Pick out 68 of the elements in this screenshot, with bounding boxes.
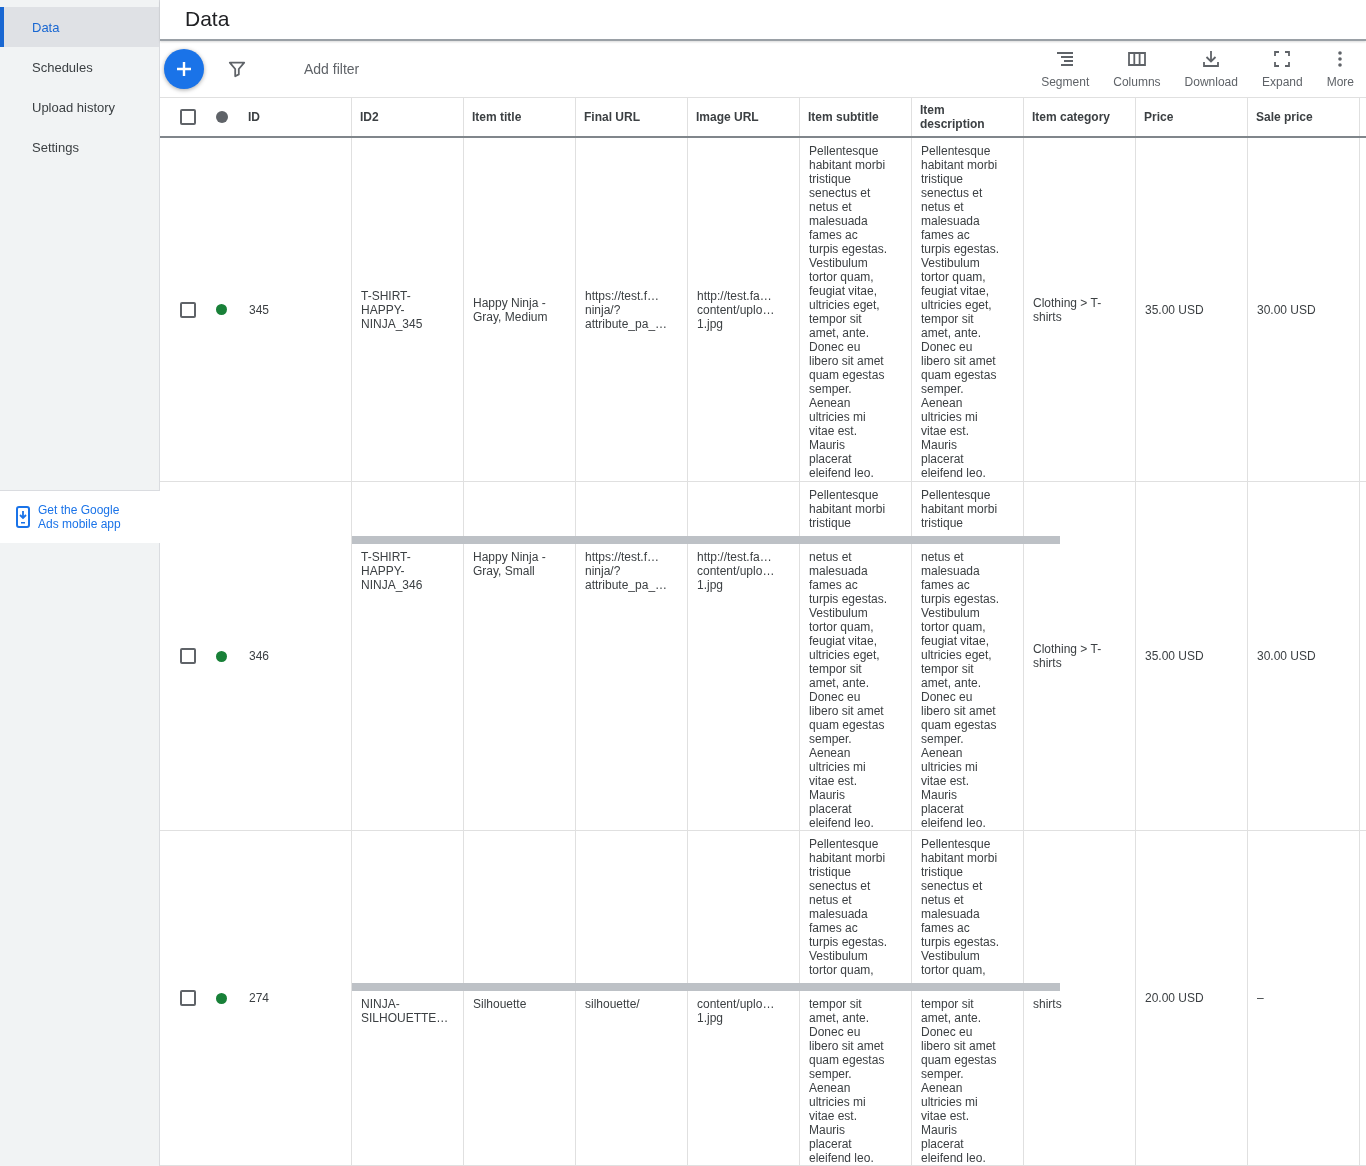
add-button[interactable] bbox=[164, 48, 204, 89]
status-dot-icon bbox=[216, 110, 228, 123]
table-cell: 20.00 USD bbox=[1145, 991, 1204, 1005]
row-checkbox[interactable] bbox=[180, 301, 196, 318]
table-cell: NINJA- SILHOUETTE… bbox=[361, 997, 449, 1025]
download-icon bbox=[1201, 48, 1222, 69]
table-cell: Pellentesque habitant morbi tristique senectus et netus et malesuada fames ac turpis egestas. Vestibulum tortor quam, bbox=[921, 837, 1000, 977]
columns-button[interactable]: Columns bbox=[1101, 40, 1173, 89]
table-cell: Pellentesque habitant morbi tristique senectus et netus et malesuada fames ac turpis egestas. Vestibulum tortor quam, feugiat vitae, ultricies eget, tempor sit amet, ante. Donec eu libero sit amet quam egestas semper. Aenean ultricies mi vitae est. Mauris placerat eleifend leo. bbox=[921, 144, 1000, 480]
table-cell: Pellentesque habitant morbi tristique senectus et netus et malesuada fames ac turpis egestas. Vestibulum tortor quam, feugiat vitae, ultricies eget, tempor sit amet, ante. Donec eu libero sit amet quam egestas semper. Aenean ultricies mi vitae est. Mauris placerat eleifend leo. bbox=[809, 144, 888, 480]
table-cell: T-SHIRT- HAPPY- NINJA_346 bbox=[361, 550, 423, 592]
phone-download-icon bbox=[16, 506, 30, 528]
expand-icon bbox=[1272, 48, 1293, 69]
column-header[interactable]: Image URL bbox=[688, 97, 800, 136]
table-cell: Pellentesque habitant morbi tristique bbox=[809, 488, 886, 530]
table-cell: Pellentesque habitant morbi tristique senectus et netus et malesuada fames ac turpis egestas. Vestibulum tortor quam, bbox=[809, 837, 888, 977]
expand-button[interactable]: Expand bbox=[1249, 40, 1315, 89]
table-cell: tempor sit amet, ante. Donec eu libero sit amet quam egestas semper. Aenean ultricies mi vitae est. Mauris placerat eleifend leo. bbox=[809, 997, 885, 1165]
table-cell: Pellentesque habitant morbi tristique bbox=[921, 488, 998, 530]
table-cell: T-SHIRT- HAPPY- NINJA_345 bbox=[361, 288, 423, 331]
column-header[interactable]: ID2 bbox=[352, 97, 464, 136]
table-cell: netus et malesuada fames ac turpis egestas. Vestibulum tortor quam, feugiat vitae, ultricies eget, tempor sit amet, ante. Donec eu libero sit amet quam egestas semper. Aenean ultricies mi vitae est. Mauris placerat eleifend leo. bbox=[921, 550, 1000, 830]
table-cell: Happy Ninja - Gray, Medium bbox=[473, 295, 548, 324]
column-header[interactable]: Price bbox=[1136, 97, 1248, 136]
table-cell: http://test.fa… content/uplo… 1.jpg bbox=[697, 288, 775, 331]
more-button[interactable]: More bbox=[1314, 40, 1366, 89]
column-header[interactable]: Item title bbox=[464, 97, 576, 136]
row-checkbox[interactable] bbox=[180, 990, 196, 1006]
table-cell: https://test.f… ninja/? attribute_pa_… bbox=[585, 288, 668, 331]
row-checkbox[interactable] bbox=[180, 648, 196, 664]
table-cell: tempor sit amet, ante. Donec eu libero sit amet quam egestas semper. Aenean ultricies mi vitae est. Mauris placerat eleifend leo. bbox=[921, 997, 997, 1165]
nav-item[interactable]: Upload history bbox=[0, 87, 159, 127]
table-cell: https://test.f… ninja/? attribute_pa_… bbox=[585, 550, 668, 592]
table-cell: 345 bbox=[249, 302, 270, 317]
table-cell: Clothing > T- shirts bbox=[1033, 295, 1102, 324]
table-cell: 346 bbox=[249, 649, 270, 663]
table-cell: Silhouette bbox=[473, 997, 527, 1011]
segment-button[interactable]: Segment bbox=[1029, 40, 1102, 89]
column-header[interactable]: Item subtitle bbox=[800, 97, 912, 136]
add-filter-button[interactable]: Add filter bbox=[304, 60, 360, 77]
table-cell: 35.00 USD bbox=[1145, 649, 1204, 663]
select-all-checkbox[interactable] bbox=[180, 108, 196, 125]
table-cell: Clothing > T- shirts bbox=[1033, 642, 1102, 670]
more-icon bbox=[1337, 49, 1344, 68]
download-button[interactable]: Download bbox=[1172, 40, 1250, 89]
table-cell: content/uplo… 1.jpg bbox=[697, 997, 775, 1025]
mobile-app-promo[interactable]: Get the Google Ads mobile app bbox=[0, 490, 160, 543]
table-cell: 35.00 USD bbox=[1145, 302, 1204, 317]
nav-item[interactable]: Data bbox=[0, 7, 159, 47]
table-cell: http://test.fa… content/uplo… 1.jpg bbox=[697, 550, 775, 592]
table-cell: silhouette/ bbox=[585, 997, 640, 1011]
table-cell: shirts bbox=[1033, 997, 1062, 1011]
filter-icon[interactable] bbox=[228, 59, 246, 78]
column-header[interactable]: Final URL bbox=[576, 97, 688, 136]
column-header[interactable]: Item category bbox=[1024, 97, 1136, 136]
table-cell: – bbox=[1257, 991, 1264, 1005]
promo-link[interactable]: Get the Google Ads mobile app bbox=[38, 503, 121, 531]
column-header[interactable]: Sale price bbox=[1248, 97, 1360, 136]
column-header[interactable]: ID bbox=[248, 109, 260, 124]
page-title: Data bbox=[185, 7, 230, 32]
nav-item[interactable]: Settings bbox=[0, 127, 159, 167]
table-cell: 30.00 USD bbox=[1257, 649, 1316, 663]
table-cell: Happy Ninja - Gray, Small bbox=[473, 550, 546, 578]
table-cell: netus et malesuada fames ac turpis egestas. Vestibulum tortor quam, feugiat vitae, ultricies eget, tempor sit amet, ante. Donec eu libero sit amet quam egestas semper. Aenean ultricies mi vitae est. Mauris placerat eleifend leo. bbox=[809, 550, 888, 830]
column-header[interactable]: Item description bbox=[912, 97, 1024, 136]
table-cell: 30.00 USD bbox=[1257, 302, 1316, 317]
nav-item[interactable]: Schedules bbox=[0, 47, 159, 87]
table-cell: 274 bbox=[249, 991, 270, 1005]
